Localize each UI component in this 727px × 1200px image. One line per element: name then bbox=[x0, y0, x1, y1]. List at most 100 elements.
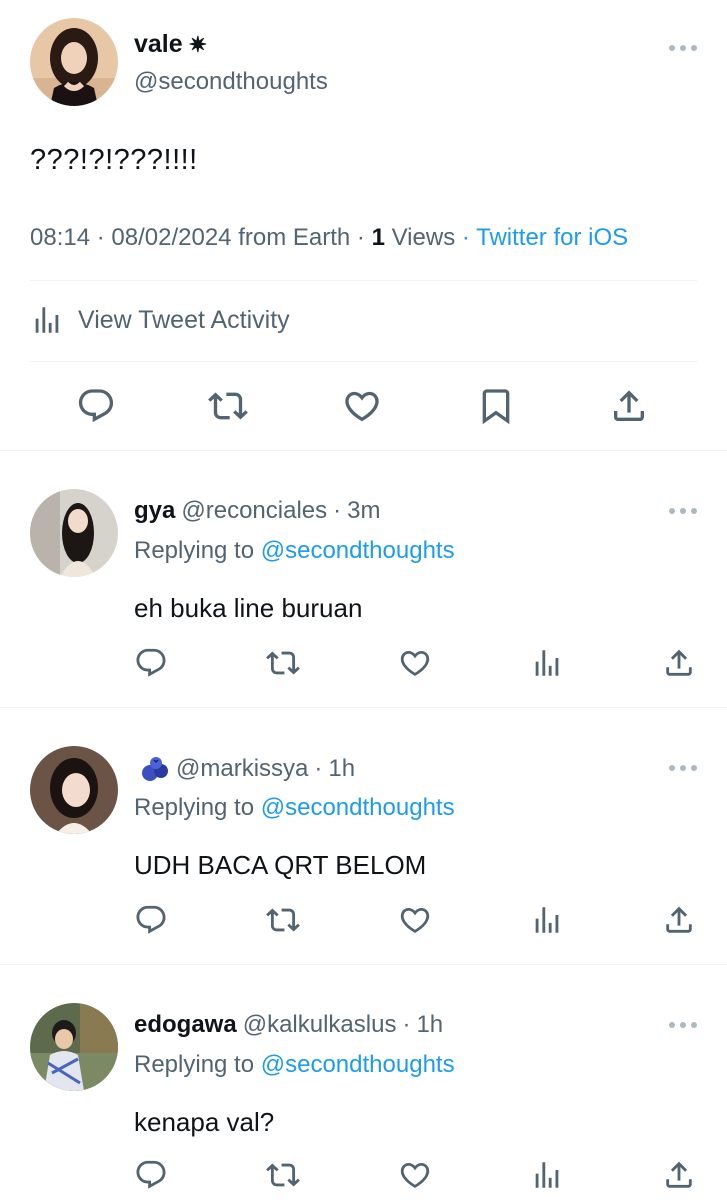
display-name[interactable]: vale ✷ bbox=[134, 30, 207, 59]
like-button[interactable] bbox=[342, 386, 382, 426]
reply-icon bbox=[134, 1158, 168, 1192]
main-tweet-actions bbox=[0, 386, 727, 426]
tweet-location: from Earth bbox=[238, 224, 351, 251]
avatar[interactable] bbox=[30, 1003, 118, 1091]
retweet-button[interactable] bbox=[208, 386, 248, 426]
share-icon bbox=[662, 1158, 696, 1192]
views-count: 1 bbox=[371, 224, 385, 251]
timestamp[interactable]: 3m bbox=[347, 497, 380, 525]
retweet-icon bbox=[266, 903, 300, 937]
avatar-photo bbox=[30, 1003, 118, 1091]
more-options-icon[interactable] bbox=[669, 44, 697, 52]
tweet-text: ???!?!???!!!! bbox=[30, 144, 198, 176]
replying-to: Replying to @secondthoughts bbox=[134, 537, 455, 565]
analytics-button[interactable] bbox=[530, 903, 564, 937]
replying-to: Replying to @secondthoughts bbox=[134, 1051, 455, 1079]
view-tweet-activity-button[interactable]: View Tweet Activity bbox=[30, 303, 290, 337]
share-icon bbox=[609, 386, 649, 426]
separator: · bbox=[314, 755, 323, 782]
user-handle[interactable]: @secondthoughts bbox=[134, 68, 328, 96]
user-handle[interactable]: @kalkulkaslus bbox=[243, 1011, 397, 1039]
reply-tweet[interactable]: edogawa @kalkulkaslus · 1h Replying to @… bbox=[0, 965, 727, 1200]
share-icon bbox=[662, 646, 696, 680]
reply-tweet[interactable]: @markissya · 1h Replying to @secondthoug… bbox=[0, 708, 727, 963]
retweet-button[interactable] bbox=[266, 646, 300, 680]
reply-text: kenapa val? bbox=[134, 1107, 275, 1137]
retweet-icon bbox=[266, 646, 300, 680]
reply-button[interactable] bbox=[134, 646, 168, 680]
share-button[interactable] bbox=[662, 1158, 696, 1192]
analytics-icon bbox=[30, 303, 64, 337]
like-button[interactable] bbox=[398, 903, 432, 937]
main-tweet: vale ✷ @secondthoughts ???!?!???!!!! 08:… bbox=[0, 0, 727, 450]
reply-icon bbox=[76, 386, 116, 426]
analytics-icon bbox=[530, 1158, 564, 1192]
like-icon bbox=[398, 1158, 432, 1192]
tweet-metadata: 08:14 · 08/02/2024 from Earth · 1 Views … bbox=[30, 224, 628, 252]
separator: · bbox=[356, 224, 365, 251]
like-button[interactable] bbox=[398, 1158, 432, 1192]
like-button[interactable] bbox=[398, 646, 432, 680]
like-icon bbox=[398, 646, 432, 680]
reply-actions bbox=[0, 646, 727, 686]
timestamp[interactable]: 1h bbox=[416, 1011, 443, 1039]
user-handle[interactable]: @reconciales bbox=[181, 497, 327, 525]
more-options-icon[interactable] bbox=[669, 1021, 697, 1029]
share-button[interactable] bbox=[662, 903, 696, 937]
reply-tweet[interactable]: gya @reconciales · 3m Replying to @secon… bbox=[0, 451, 727, 706]
separator: · bbox=[333, 497, 342, 524]
separator: · bbox=[461, 224, 470, 251]
analytics-button[interactable] bbox=[530, 646, 564, 680]
reply-button[interactable] bbox=[134, 903, 168, 937]
retweet-button[interactable] bbox=[266, 1158, 300, 1192]
share-icon bbox=[662, 903, 696, 937]
analytics-button[interactable] bbox=[530, 1158, 564, 1192]
divider bbox=[30, 361, 697, 362]
replying-to-handle[interactable]: @secondthoughts bbox=[261, 794, 455, 821]
replying-to-handle[interactable]: @secondthoughts bbox=[261, 537, 455, 564]
avatar[interactable] bbox=[30, 489, 118, 577]
display-name[interactable]: edogawa bbox=[134, 1011, 237, 1039]
replying-to-label: Replying to bbox=[134, 1051, 255, 1078]
timestamp[interactable]: 1h bbox=[328, 755, 355, 783]
like-icon bbox=[342, 386, 382, 426]
retweet-icon bbox=[208, 386, 248, 426]
sparkle-badge-icon: ✷ bbox=[188, 31, 208, 57]
reply-header: edogawa @kalkulkaslus · 1h bbox=[134, 1011, 443, 1039]
reply-button[interactable] bbox=[76, 386, 116, 426]
avatar-photo bbox=[30, 18, 118, 106]
replying-to: Replying to @secondthoughts bbox=[134, 794, 455, 822]
replying-to-label: Replying to bbox=[134, 537, 255, 564]
views-label: Views bbox=[391, 224, 456, 251]
separator: · bbox=[402, 1011, 411, 1038]
more-options-icon[interactable] bbox=[669, 507, 697, 515]
display-name[interactable]: gya bbox=[134, 497, 175, 525]
reply-icon bbox=[134, 903, 168, 937]
retweet-icon bbox=[266, 1158, 300, 1192]
reply-header: gya @reconciales · 3m bbox=[134, 497, 380, 525]
reply-button[interactable] bbox=[134, 1158, 168, 1192]
reply-icon bbox=[134, 646, 168, 680]
view-tweet-activity-label: View Tweet Activity bbox=[78, 305, 290, 334]
more-options-icon[interactable] bbox=[669, 764, 697, 772]
bookmark-icon bbox=[476, 386, 516, 426]
share-button[interactable] bbox=[609, 386, 649, 426]
tweet-client-link[interactable]: Twitter for iOS bbox=[476, 224, 628, 251]
reply-header: @markissya · 1h bbox=[134, 754, 355, 784]
separator: · bbox=[96, 224, 105, 251]
avatar[interactable] bbox=[30, 746, 118, 834]
share-button[interactable] bbox=[662, 646, 696, 680]
replying-to-handle[interactable]: @secondthoughts bbox=[261, 1051, 455, 1078]
tweet-date: 08/02/2024 bbox=[111, 224, 232, 251]
analytics-icon bbox=[530, 646, 564, 680]
retweet-button[interactable] bbox=[266, 903, 300, 937]
avatar-photo bbox=[30, 746, 118, 834]
bookmark-button[interactable] bbox=[476, 386, 516, 426]
avatar[interactable] bbox=[30, 18, 118, 106]
user-handle[interactable]: @markissya bbox=[176, 755, 308, 783]
reply-actions bbox=[0, 1158, 727, 1198]
tweet-time: 08:14 bbox=[30, 224, 91, 251]
reply-actions bbox=[0, 903, 727, 943]
replying-to-label: Replying to bbox=[134, 794, 255, 821]
like-icon bbox=[398, 903, 432, 937]
